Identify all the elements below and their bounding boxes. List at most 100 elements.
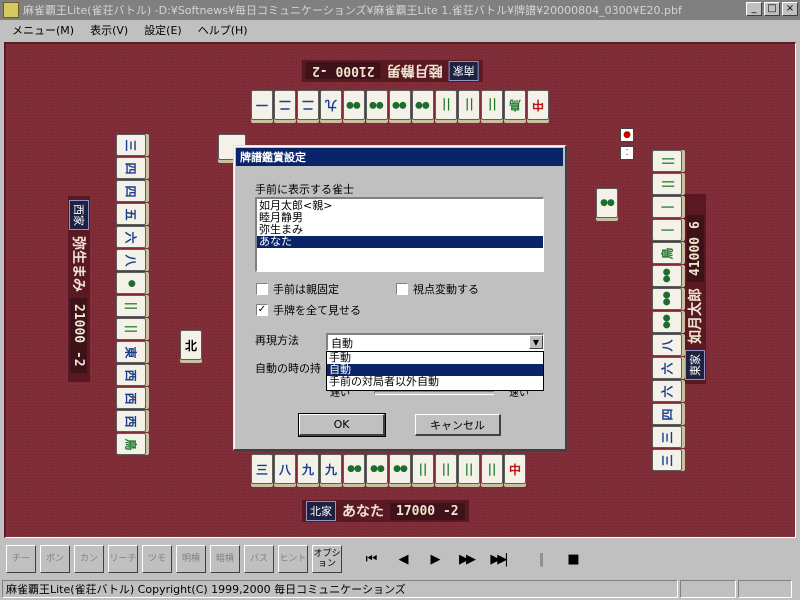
ankan-button[interactable]: 暗槓 [210, 545, 240, 573]
hand-tile[interactable]: || [481, 454, 503, 484]
pause-icon[interactable]: || [526, 545, 554, 573]
hand-tile[interactable]: 六 [652, 380, 682, 402]
menu-settings[interactable]: 設定(E) [136, 22, 190, 38]
hand-tile[interactable]: || [652, 150, 682, 172]
hand-tile[interactable]: || [116, 318, 146, 340]
minimize-button[interactable]: _ [746, 2, 762, 16]
hand-tile[interactable]: 六 [652, 357, 682, 379]
hand-tile[interactable]: || [458, 90, 480, 120]
hand-tile[interactable]: 西 [116, 364, 146, 386]
mode-option[interactable]: 手前の対局者以外自動 [327, 376, 543, 388]
hand-tile[interactable]: 鳥 [116, 433, 146, 455]
checkbox-box[interactable] [396, 283, 408, 295]
hand-tile[interactable]: 東 [116, 341, 146, 363]
cancel-button[interactable]: キャンセル [415, 414, 501, 436]
hand-tile[interactable]: ●● [652, 311, 682, 333]
hand-tile[interactable]: || [435, 90, 457, 120]
hand-tile[interactable]: | [652, 196, 682, 218]
stop-icon[interactable]: ■ [558, 545, 586, 573]
hand-tile[interactable]: ●● [366, 90, 388, 120]
hand-tile[interactable]: | [652, 219, 682, 241]
play-icon[interactable]: ▶ [420, 545, 448, 573]
left-discard-tile[interactable]: 北 [180, 330, 202, 360]
mode-option[interactable]: 手動 [327, 352, 543, 364]
hand-tile[interactable]: ●● [389, 90, 411, 120]
player-list-label: 手前に表示する雀士 [255, 183, 354, 196]
ok-button[interactable]: OK [298, 413, 386, 437]
hand-tile[interactable]: || [116, 295, 146, 317]
hand-tile[interactable]: 九 [320, 454, 342, 484]
tsumo-button[interactable]: ツモ [142, 545, 172, 573]
show-all-checkbox[interactable]: ✓ 手牌を全て見せる [256, 302, 361, 318]
kan-button[interactable]: カン [74, 545, 104, 573]
hand-tile[interactable]: || [412, 454, 434, 484]
riichi-button[interactable]: リーチ [108, 545, 138, 573]
maximize-button[interactable]: □ [764, 2, 780, 16]
mode-dropdown[interactable]: 手動 自動 手前の対局者以外自動 [326, 351, 544, 391]
hand-tile[interactable]: ●● [343, 454, 365, 484]
hand-tile[interactable]: ●● [343, 90, 365, 120]
hand-tile[interactable]: 九 [297, 454, 319, 484]
hand-tile[interactable]: 三 [116, 134, 146, 156]
left-player-score: 21000 -2 [70, 298, 88, 373]
list-item-selected[interactable]: あなた [257, 236, 543, 248]
hand-tile[interactable]: ●● [366, 454, 388, 484]
option-button[interactable]: オプション [312, 545, 342, 573]
hand-tile[interactable]: 一 [251, 90, 273, 120]
oya-fixed-checkbox[interactable]: 手前は親固定 [256, 281, 339, 297]
menu-view[interactable]: 表示(V) [82, 22, 136, 38]
hand-tile[interactable]: 西 [116, 410, 146, 432]
hand-tile[interactable]: 中 [527, 90, 549, 120]
hand-tile[interactable]: 四 [652, 403, 682, 425]
hand-tile[interactable]: 五 [116, 203, 146, 225]
close-button[interactable]: × [782, 2, 798, 16]
pass-button[interactable]: パス [244, 545, 274, 573]
hand-tile[interactable]: || [458, 454, 480, 484]
step-back-icon[interactable]: ◀ [388, 545, 416, 573]
skip-back-icon[interactable]: ⏮ [356, 545, 384, 573]
hand-tile[interactable]: 四 [116, 157, 146, 179]
hand-tile[interactable]: 八 [652, 334, 682, 356]
hand-tile[interactable]: ●● [389, 454, 411, 484]
skip-forward-icon[interactable]: ▶▶| [484, 545, 512, 573]
menu-help[interactable]: ヘルプ(H) [190, 22, 256, 38]
hand-tile[interactable]: 九 [320, 90, 342, 120]
hand-tile[interactable]: ●● [652, 288, 682, 310]
hand-tile[interactable]: 三 [652, 449, 682, 471]
viewpoint-checkbox[interactable]: 視点変動する [396, 281, 479, 297]
hand-tile[interactable]: 三 [251, 454, 273, 484]
hand-tile[interactable]: 六 [116, 226, 146, 248]
hand-tile[interactable]: 三 [652, 426, 682, 448]
hand-tile[interactable]: || [652, 173, 682, 195]
hand-tile[interactable]: 二 [274, 90, 296, 120]
hand-tile[interactable]: 西 [116, 387, 146, 409]
chi-button[interactable]: チー [6, 545, 36, 573]
checkbox-box[interactable] [256, 283, 268, 295]
title-bar[interactable]: 麻雀覇王Lite(雀荘バトル) -D:¥Softnews¥毎日コミュニケーション… [0, 0, 800, 20]
hand-tile[interactable]: 中 [504, 454, 526, 484]
hand-tile[interactable]: || [481, 90, 503, 120]
hand-tile[interactable]: || [435, 454, 457, 484]
mode-select[interactable]: 自動 ▼ [326, 333, 544, 351]
hand-tile[interactable]: ●● [652, 265, 682, 287]
hand-tile[interactable]: 鳥 [652, 242, 682, 264]
hand-tile[interactable]: ●● [412, 90, 434, 120]
pon-button[interactable]: ポン [40, 545, 70, 573]
hand-tile[interactable]: 四 [116, 180, 146, 202]
hand-tile[interactable]: 八 [116, 249, 146, 271]
minkan-button[interactable]: 明槓 [176, 545, 206, 573]
right-discard-tile[interactable]: ●● [596, 188, 618, 218]
player-listbox[interactable]: 如月太郎<親> 睦月静男 弥生まみ あなた [255, 197, 544, 272]
app-icon[interactable] [3, 2, 19, 18]
hand-tile[interactable]: 八 [274, 454, 296, 484]
speed-slider[interactable] [374, 391, 494, 395]
menu-main[interactable]: メニュー(M) [4, 22, 82, 38]
chevron-down-icon[interactable]: ▼ [529, 335, 543, 349]
check-mark-icon[interactable]: ✓ [256, 304, 268, 316]
fast-forward-icon[interactable]: ▶▶ [452, 545, 480, 573]
list-item[interactable]: 弥生まみ [257, 224, 543, 236]
hand-tile[interactable]: ● [116, 272, 146, 294]
hand-tile[interactable]: 二 [297, 90, 319, 120]
hint-button[interactable]: ヒント [278, 545, 308, 573]
hand-tile[interactable]: 鳥 [504, 90, 526, 120]
